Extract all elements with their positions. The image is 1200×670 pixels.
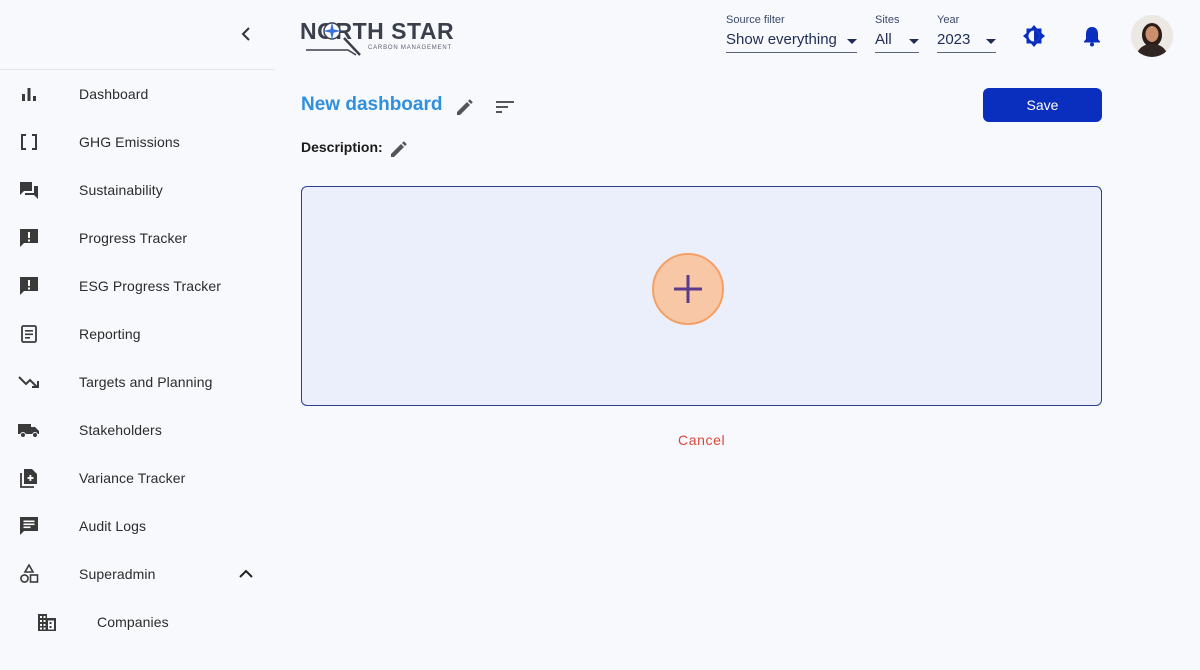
sidebar-item-variance-tracker[interactable]: Variance Tracker — [0, 454, 275, 502]
user-avatar[interactable] — [1131, 15, 1173, 57]
sidebar-item-label: Progress Tracker — [79, 230, 188, 246]
sidebar-item-stakeholders[interactable]: Stakeholders — [0, 406, 275, 454]
bell-icon — [1084, 27, 1100, 47]
truck-icon — [18, 419, 40, 441]
north-star-logo[interactable]: NORTH STAR CARBON MANAGEMENT — [300, 16, 454, 58]
sidebar-item-companies[interactable]: Companies — [0, 598, 275, 646]
pencil-icon — [457, 99, 473, 115]
year-filter-label: Year — [937, 14, 960, 26]
pencil-icon — [391, 141, 407, 157]
sidebar-item-ghg-emissions[interactable]: GHG Emissions — [0, 118, 275, 166]
sidebar-item-label: ESG Progress Tracker — [79, 278, 222, 294]
sidebar-nav: Dashboard GHG Emissions Sustainability P… — [0, 70, 275, 646]
collapse-sidebar-button[interactable] — [236, 24, 256, 44]
chevron-up-icon[interactable] — [236, 564, 256, 584]
sidebar-item-reporting[interactable]: Reporting — [0, 310, 275, 358]
source-filter-select[interactable]: Show everything — [726, 31, 857, 53]
add-widget-button[interactable] — [652, 253, 724, 325]
feedback-icon — [18, 227, 40, 249]
source-filter-value: Show everything — [726, 31, 837, 48]
chevron-left-icon — [241, 27, 250, 41]
widget-drop-area[interactable] — [301, 186, 1102, 406]
trending-down-icon — [18, 371, 40, 393]
shapes-icon — [18, 563, 40, 585]
forum-icon — [18, 179, 40, 201]
sites-filter-label: Sites — [875, 14, 900, 26]
sidebar-item-label: Variance Tracker — [79, 470, 186, 486]
plus-icon — [674, 275, 702, 303]
document-icon — [18, 323, 40, 345]
bar-chart-icon — [18, 83, 40, 105]
brightness-icon — [1023, 25, 1045, 47]
year-filter-value: 2023 — [937, 31, 971, 48]
theme-toggle-button[interactable] — [1022, 24, 1046, 48]
message-icon — [18, 515, 40, 537]
sidebar-item-label: GHG Emissions — [79, 134, 180, 150]
description-label: Description: — [301, 139, 383, 155]
year-filter-select[interactable]: 2023 — [937, 31, 996, 53]
sidebar-item-esg-progress-tracker[interactable]: ESG Progress Tracker — [0, 262, 275, 310]
sidebar-item-audit-logs[interactable]: Audit Logs — [0, 502, 275, 550]
logo-swoosh-icon — [306, 37, 361, 56]
sort-button[interactable] — [494, 96, 516, 118]
sidebar-item-superadmin[interactable]: Superadmin — [0, 550, 275, 598]
sidebar-item-label: Targets and Planning — [79, 374, 213, 390]
sidebar-item-dashboard[interactable]: Dashboard — [0, 70, 275, 118]
sites-filter-value: All — [875, 31, 892, 48]
cancel-button[interactable]: Cancel — [678, 432, 725, 448]
logo-subtitle: CARBON MANAGEMENT — [368, 45, 452, 51]
caret-down-icon — [909, 39, 919, 44]
source-filter: Source filter Show everything — [726, 14, 857, 53]
sidebar-header — [0, 0, 275, 70]
sites-filter: Sites All — [875, 14, 919, 53]
building-icon — [36, 611, 58, 633]
notifications-button[interactable] — [1080, 24, 1104, 48]
avatar-portrait — [1131, 15, 1173, 57]
sidebar: Dashboard GHG Emissions Sustainability P… — [0, 0, 275, 670]
edit-description-button[interactable] — [388, 138, 410, 160]
sidebar-item-label: Superadmin — [79, 566, 156, 582]
sort-icon — [496, 101, 514, 113]
brackets-icon — [18, 131, 40, 153]
sidebar-item-progress-tracker[interactable]: Progress Tracker — [0, 214, 275, 262]
sites-filter-select[interactable]: All — [875, 31, 919, 53]
sidebar-item-label: Stakeholders — [79, 422, 162, 438]
sidebar-item-label: Dashboard — [79, 86, 149, 102]
sidebar-item-label: Reporting — [79, 326, 141, 342]
feedback-icon — [18, 275, 40, 297]
page-title: New dashboard — [301, 94, 443, 115]
source-filter-label: Source filter — [726, 14, 785, 26]
edit-title-button[interactable] — [454, 96, 476, 118]
save-button[interactable]: Save — [983, 88, 1102, 122]
sidebar-item-sustainability[interactable]: Sustainability — [0, 166, 275, 214]
sidebar-item-targets-and-planning[interactable]: Targets and Planning — [0, 358, 275, 406]
sidebar-item-label: Audit Logs — [79, 518, 147, 534]
sidebar-item-label: Sustainability — [79, 182, 163, 198]
year-filter: Year 2023 — [937, 14, 996, 53]
sidebar-item-label: Companies — [97, 614, 169, 630]
caret-down-icon — [847, 39, 857, 44]
caret-down-icon — [986, 39, 996, 44]
note-add-icon — [18, 467, 40, 489]
